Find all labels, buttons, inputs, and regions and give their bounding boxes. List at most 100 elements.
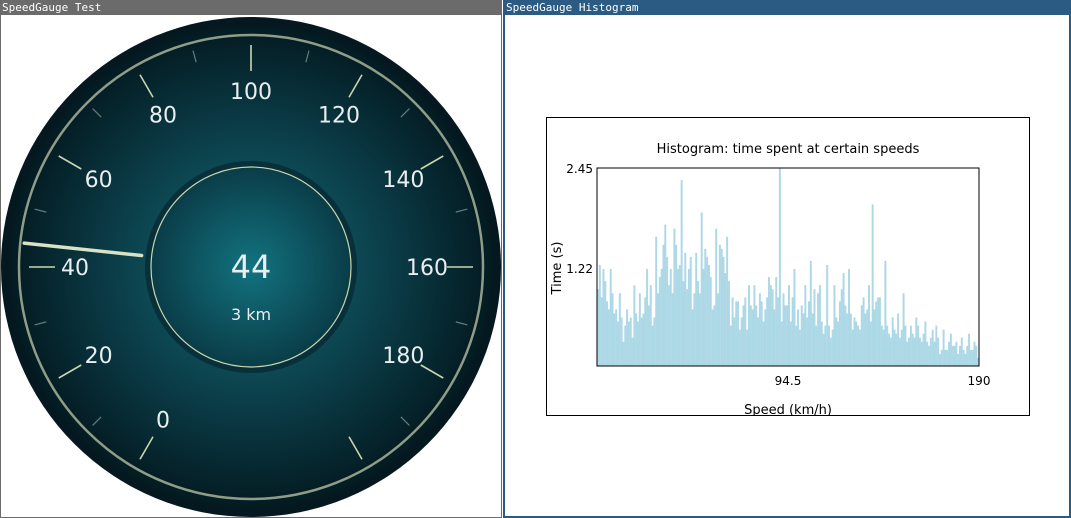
histogram-bar (973, 341, 976, 366)
histogram-bar (889, 337, 892, 366)
histogram-bar (651, 325, 654, 366)
histogram-bar (800, 305, 803, 366)
histogram-bar (851, 329, 854, 366)
histogram-bar (749, 305, 752, 366)
histogram-bar (940, 349, 943, 366)
histogram-bar (757, 317, 760, 366)
histogram-bar (937, 337, 940, 366)
histogram-bar (704, 248, 707, 366)
histogram-bar (878, 297, 881, 366)
histogram-bar (758, 293, 761, 366)
histogram-bar (658, 277, 661, 366)
histogram-bar (735, 301, 738, 366)
histogram-bar (875, 301, 878, 366)
histogram-bar (793, 269, 796, 366)
histogram-bar (833, 285, 836, 366)
chart-title: Histogram: time spent at certain speeds (657, 142, 920, 157)
histogram-bar (904, 325, 907, 366)
gauge-scale-label: 0 (156, 408, 170, 433)
x-axis-label: Speed (km/h) (744, 403, 832, 415)
histogram-bar (849, 313, 852, 366)
histogram-bar (880, 325, 883, 366)
histogram-bar (640, 317, 643, 366)
histogram-bar (837, 321, 840, 366)
histogram-bar (647, 305, 650, 366)
histogram-bar (813, 289, 816, 366)
histogram-bar (677, 269, 680, 366)
histogram-bar (818, 285, 821, 366)
histogram-bar (860, 305, 863, 366)
histogram-bar (969, 349, 972, 366)
histogram-bar (722, 256, 725, 366)
histogram-bar (709, 277, 712, 366)
histogram-bar (913, 337, 916, 366)
histogram-bar (751, 309, 754, 366)
histogram-bar (895, 333, 898, 366)
histogram-bar (908, 337, 911, 366)
histogram-bar (966, 345, 969, 366)
histogram-bar (706, 256, 709, 366)
histogram-window: SpeedGauge Histogram Histogram: time spe… (503, 0, 1071, 518)
gauge-scale-label: 60 (85, 168, 113, 193)
histogram-bar (873, 309, 876, 366)
histogram-bar (831, 329, 834, 366)
histogram-bar (884, 260, 887, 366)
histogram-bar (671, 293, 674, 366)
histogram-bar (618, 293, 621, 366)
histogram-bar (686, 289, 689, 366)
histogram-bar (717, 293, 720, 366)
histogram-bar (617, 321, 619, 366)
histogram-bar (604, 281, 607, 366)
gauge-scale-label: 140 (382, 168, 424, 193)
histogram-bar (789, 321, 792, 366)
histogram-bar (960, 337, 963, 366)
histogram-bar (946, 349, 949, 366)
histogram-bar (931, 329, 934, 366)
distance-readout: 3 km (231, 305, 271, 324)
histogram-bar (858, 329, 861, 366)
histogram-bar (918, 337, 921, 366)
histogram-bar (764, 309, 767, 366)
histogram-bar (842, 273, 845, 366)
histogram-bar (911, 333, 914, 366)
histogram-bar (824, 325, 827, 366)
histogram-bar (806, 317, 809, 366)
histogram-bar (715, 228, 718, 366)
histogram-bar (848, 269, 850, 366)
x-tick-label-mid: 94.5 (775, 374, 802, 388)
histogram-bar (702, 269, 705, 366)
histogram-bar (678, 264, 681, 366)
histogram-bar (868, 285, 871, 366)
histogram-bar (635, 313, 638, 366)
gauge-scale-label: 80 (149, 104, 177, 129)
histogram-bar (769, 285, 772, 366)
gauge-window-title: SpeedGauge Test (1, 1, 501, 15)
histogram-bar (780, 321, 783, 366)
y-tick-label-mid: 1.22 (566, 262, 593, 276)
histogram-bar (609, 269, 612, 366)
histogram-bar (762, 321, 765, 366)
histogram-bar (646, 269, 649, 366)
histogram-bar (955, 341, 958, 366)
histogram-bar (846, 313, 849, 366)
histogram-bar (838, 301, 841, 366)
histogram-bar (802, 313, 805, 366)
histogram-bar (684, 252, 687, 366)
histogram-bar (840, 289, 843, 366)
histogram-bar (698, 293, 701, 366)
histogram-bar (766, 297, 769, 366)
gauge-scale-label: 160 (406, 256, 448, 281)
histogram-bar (653, 317, 656, 366)
histogram-bar (942, 329, 945, 366)
x-tick-label-max: 190 (968, 374, 991, 388)
histogram-bar (615, 309, 618, 366)
histogram-bar (744, 297, 747, 366)
histogram-bar (788, 285, 790, 366)
histogram-bar (649, 285, 652, 366)
histogram-bar (669, 269, 672, 366)
y-tick-label-max: 2.45 (566, 162, 593, 176)
gauge-scale-label: 180 (382, 344, 424, 369)
histogram-bar (667, 285, 670, 366)
histogram-bar (638, 293, 641, 366)
gauge-scale-label: 120 (318, 104, 360, 129)
